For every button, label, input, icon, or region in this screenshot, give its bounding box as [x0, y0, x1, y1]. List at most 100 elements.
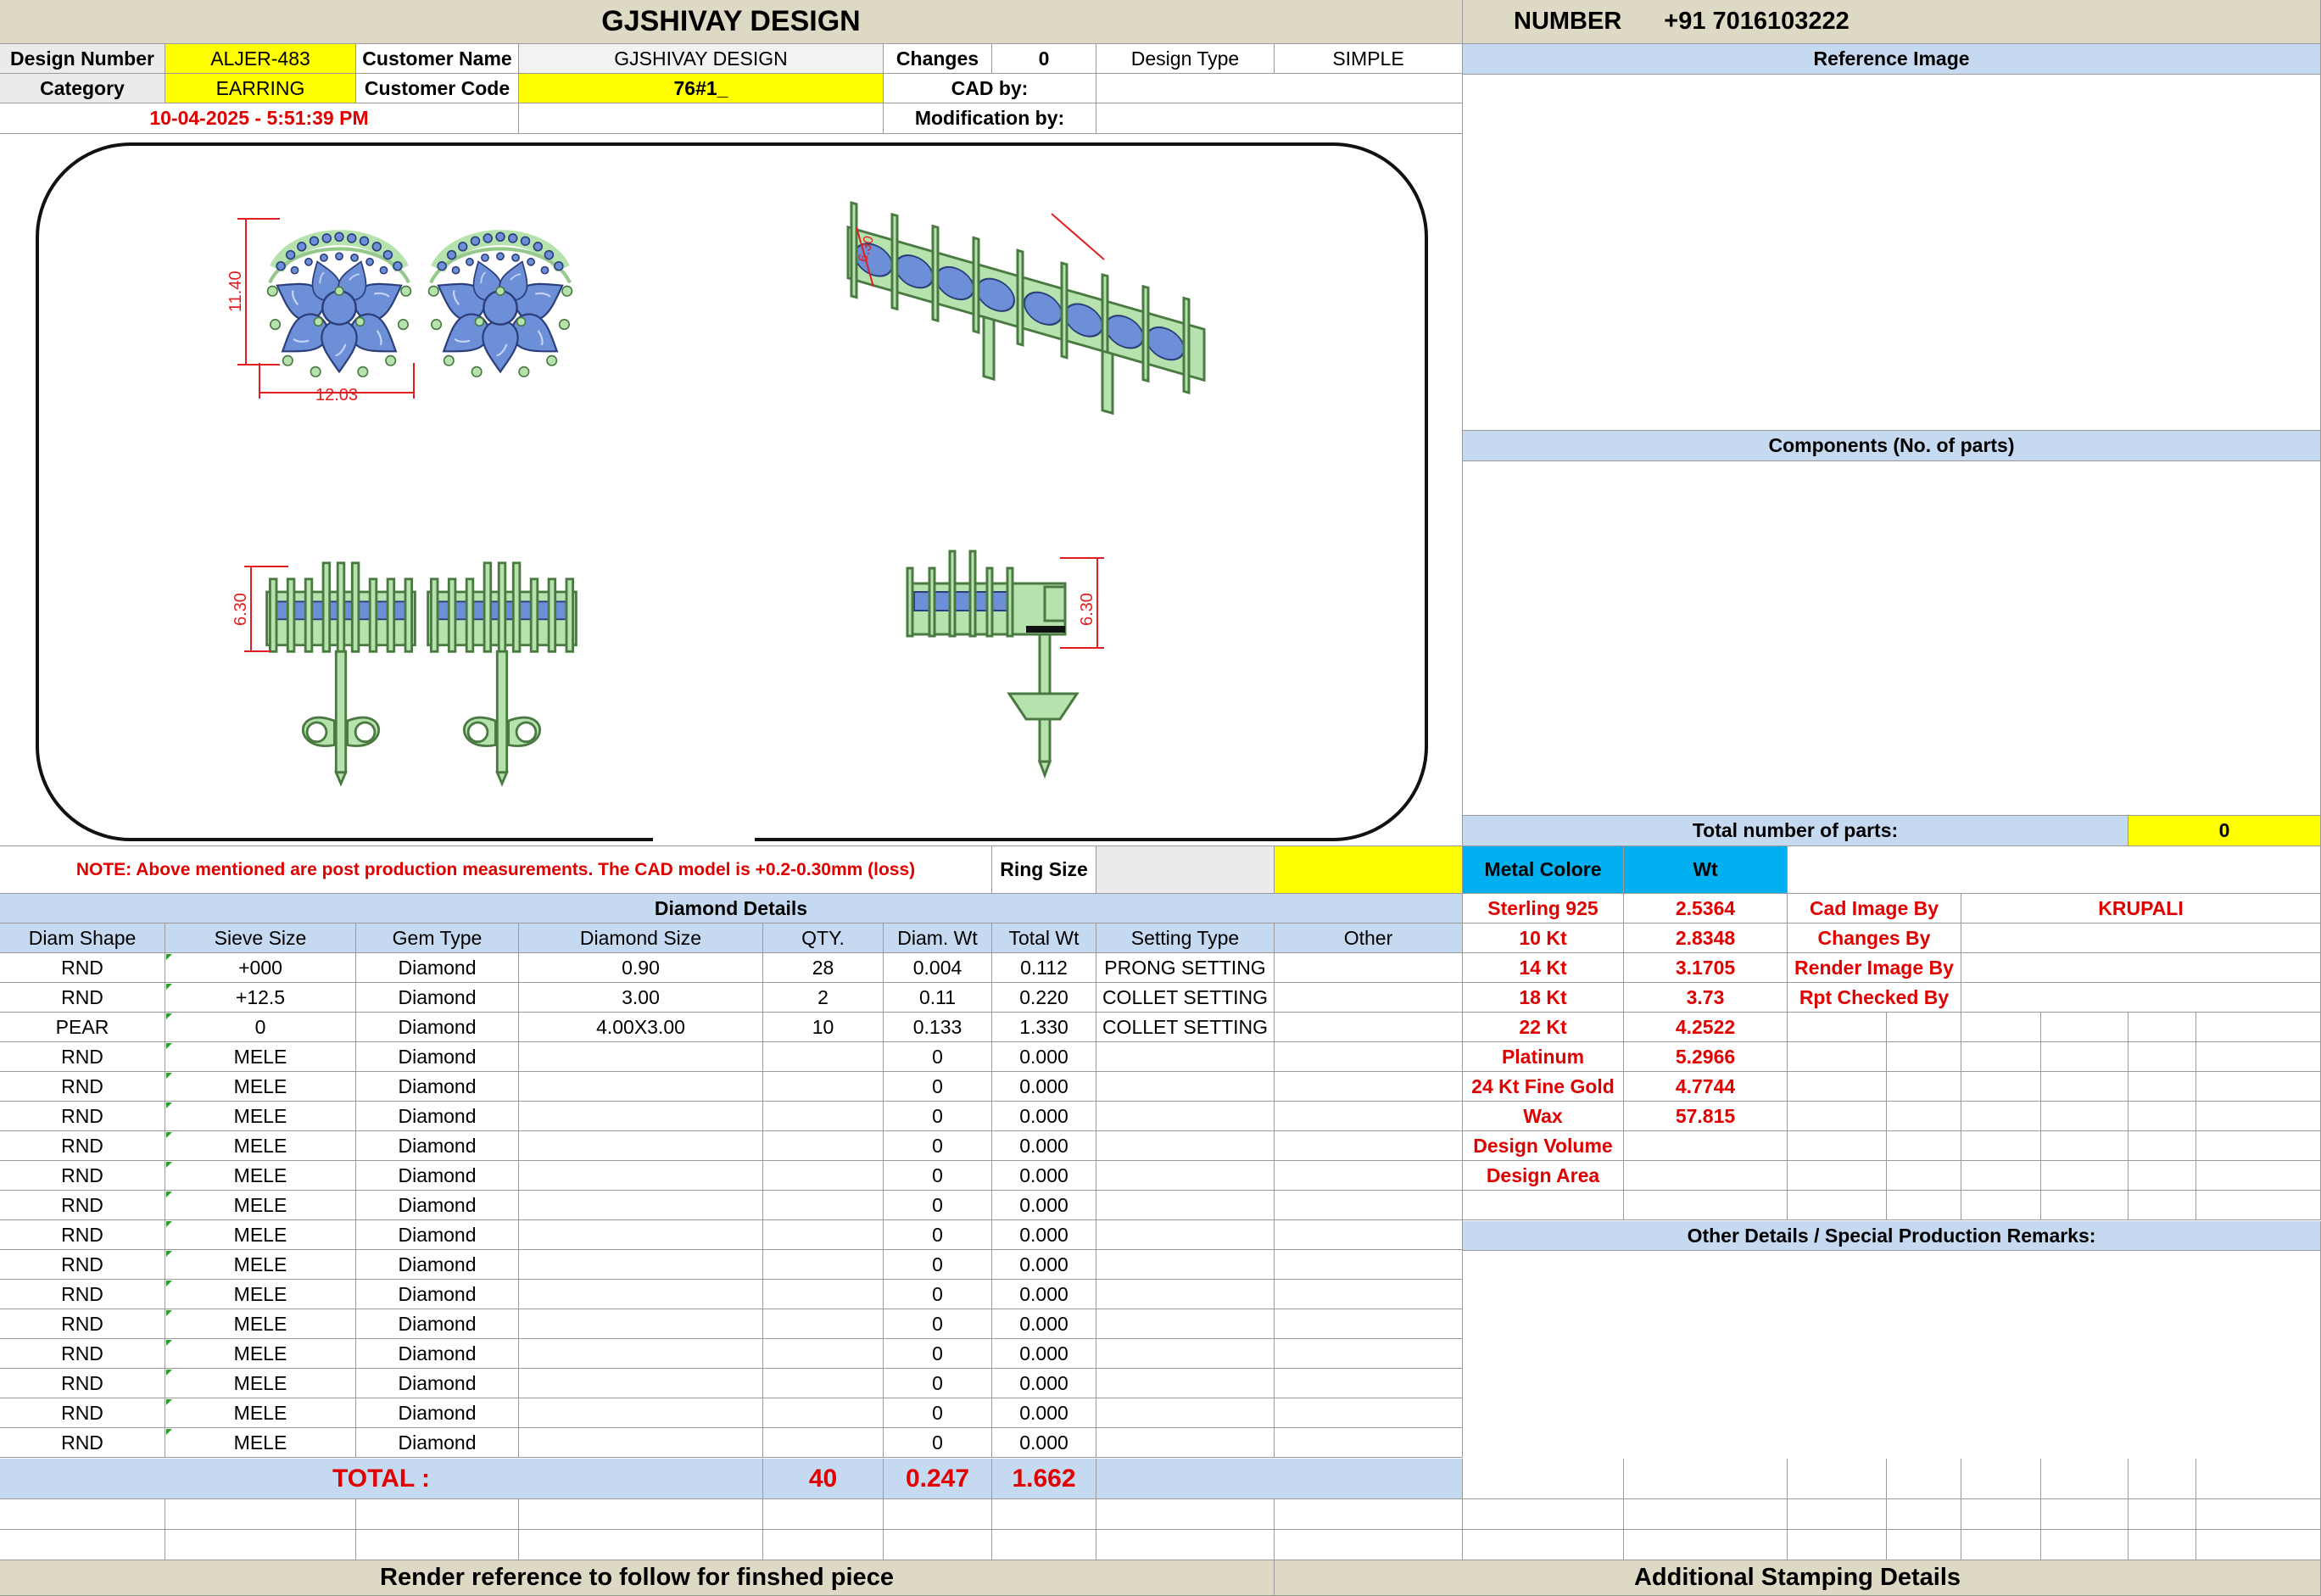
blank-grid-cell[interactable] [1096, 1530, 1275, 1560]
diamond-cell[interactable]: Diamond [356, 1280, 519, 1309]
diamond-cell[interactable] [1275, 1428, 1463, 1458]
diamond-cell[interactable]: RND [0, 1191, 165, 1220]
diamond-cell[interactable]: MELE [165, 1102, 356, 1131]
grid-cell[interactable] [1788, 1161, 1887, 1191]
diamond-cell[interactable] [519, 1191, 763, 1220]
diamond-cell[interactable]: 0.004 [884, 953, 992, 983]
grid-cell[interactable] [1887, 1191, 1961, 1220]
diamond-cell[interactable]: RND [0, 1072, 165, 1102]
diamond-cell[interactable] [519, 1250, 763, 1280]
blank-grid-cell[interactable] [2041, 1459, 2129, 1499]
diamond-cell[interactable] [1096, 1369, 1275, 1398]
modification-by-value[interactable] [1096, 103, 1463, 134]
diamond-cell[interactable]: MELE [165, 1161, 356, 1191]
diamond-cell[interactable] [1096, 1309, 1275, 1339]
grid-cell[interactable] [2196, 1042, 2321, 1072]
diamond-cell[interactable]: Diamond [356, 1013, 519, 1042]
diamond-cell[interactable]: MELE [165, 1369, 356, 1398]
diamond-cell[interactable]: 0.000 [992, 1309, 1096, 1339]
diamond-cell[interactable] [1275, 1013, 1463, 1042]
grid-cell[interactable] [2196, 1131, 2321, 1161]
metal-weight[interactable] [1624, 1131, 1788, 1161]
grid-cell[interactable] [2041, 1013, 2129, 1042]
blank-grid-cell[interactable] [1275, 1499, 1463, 1530]
diamond-cell[interactable]: +000 [165, 953, 356, 983]
diamond-cell[interactable] [1275, 1131, 1463, 1161]
diamond-cell[interactable] [1275, 1339, 1463, 1369]
diamond-cell[interactable] [763, 1131, 884, 1161]
grid-cell[interactable] [1887, 1013, 1961, 1042]
diamond-cell[interactable]: 4.00X3.00 [519, 1013, 763, 1042]
diamond-cell[interactable]: 0.000 [992, 1191, 1096, 1220]
grid-cell[interactable] [2041, 1072, 2129, 1102]
blank-grid-cell[interactable] [1887, 1459, 1961, 1499]
diamond-cell[interactable]: RND [0, 1131, 165, 1161]
metal-weight[interactable]: 2.5364 [1624, 894, 1788, 924]
diamond-cell[interactable]: 28 [763, 953, 884, 983]
diamond-cell[interactable] [1275, 1072, 1463, 1102]
diamond-cell[interactable]: RND [0, 1161, 165, 1191]
diamond-cell[interactable]: MELE [165, 1042, 356, 1072]
diamond-cell[interactable] [1096, 1280, 1275, 1309]
blank-grid-cell[interactable] [2196, 1459, 2321, 1499]
diamond-cell[interactable]: RND [0, 1309, 165, 1339]
metal-weight[interactable]: 3.1705 [1624, 953, 1788, 983]
blank-grid-cell[interactable] [1096, 1499, 1275, 1530]
diamond-cell[interactable]: PEAR [0, 1013, 165, 1042]
diamond-cell[interactable]: MELE [165, 1131, 356, 1161]
diamond-cell[interactable] [519, 1161, 763, 1191]
category-value[interactable]: EARRING [165, 74, 356, 103]
diamond-cell[interactable] [1096, 1042, 1275, 1072]
diamond-cell[interactable]: MELE [165, 1280, 356, 1309]
diamond-cell[interactable]: 0.133 [884, 1013, 992, 1042]
grid-cell[interactable] [1788, 1102, 1887, 1131]
diamond-cell[interactable]: 3.00 [519, 983, 763, 1013]
blank-grid-cell[interactable] [1887, 1499, 1961, 1530]
diamond-cell[interactable]: RND [0, 983, 165, 1013]
diamond-cell[interactable]: COLLET SETTING [1096, 1013, 1275, 1042]
cad-by-value[interactable] [1096, 74, 1463, 103]
diamond-cell[interactable]: 0 [884, 1131, 992, 1161]
blank-grid-cell[interactable] [763, 1530, 884, 1560]
blank-grid-cell[interactable] [0, 1530, 165, 1560]
grid-cell[interactable] [2041, 1102, 2129, 1131]
diamond-cell[interactable]: 0 [884, 1042, 992, 1072]
diamond-cell[interactable]: RND [0, 1339, 165, 1369]
grid-cell[interactable] [2129, 1072, 2196, 1102]
diamond-cell[interactable]: Diamond [356, 1161, 519, 1191]
diamond-cell[interactable]: 0 [884, 1072, 992, 1102]
diamond-cell[interactable] [1275, 953, 1463, 983]
metal-weight[interactable]: 4.2522 [1624, 1013, 1788, 1042]
diamond-cell[interactable]: MELE [165, 1220, 356, 1250]
diamond-cell[interactable]: Diamond [356, 1339, 519, 1369]
diamond-cell[interactable] [763, 1369, 884, 1398]
diamond-cell[interactable]: 2 [763, 983, 884, 1013]
diamond-cell[interactable] [1275, 1191, 1463, 1220]
blank-grid-cell[interactable] [165, 1530, 356, 1560]
grid-cell[interactable] [1788, 1072, 1887, 1102]
blank-grid-cell[interactable] [1961, 1530, 2041, 1560]
metal-weight[interactable] [1624, 1161, 1788, 1191]
diamond-cell[interactable]: MELE [165, 1339, 356, 1369]
blank-grid-cell[interactable] [165, 1499, 356, 1530]
diamond-cell[interactable] [1275, 1369, 1463, 1398]
diamond-cell[interactable]: 0 [884, 1398, 992, 1428]
blank-grid-cell[interactable] [1463, 1459, 1624, 1499]
diamond-cell[interactable] [1275, 1309, 1463, 1339]
blank-grid-cell[interactable] [2041, 1499, 2129, 1530]
blank-grid-cell[interactable] [519, 1499, 763, 1530]
diamond-cell[interactable]: 0.000 [992, 1220, 1096, 1250]
diamond-cell[interactable]: 0 [884, 1220, 992, 1250]
diamond-cell[interactable]: 0 [165, 1013, 356, 1042]
blank-grid-cell[interactable] [2129, 1530, 2196, 1560]
diamond-cell[interactable] [519, 1309, 763, 1339]
design-number-value[interactable]: ALJER-483 [165, 44, 356, 74]
diamond-cell[interactable] [763, 1220, 884, 1250]
grid-cell[interactable] [1961, 1102, 2041, 1131]
grid-cell[interactable] [1887, 1042, 1961, 1072]
blank-grid-cell[interactable] [2129, 1459, 2196, 1499]
metal-weight[interactable]: 4.7744 [1624, 1072, 1788, 1102]
blank-grid-cell[interactable] [356, 1530, 519, 1560]
diamond-cell[interactable] [763, 1280, 884, 1309]
diamond-cell[interactable] [1275, 1398, 1463, 1428]
